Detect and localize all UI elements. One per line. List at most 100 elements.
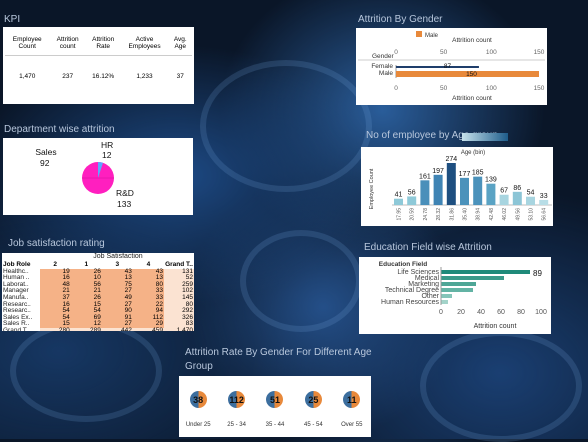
gender-bottom-tick: 150 xyxy=(534,85,545,92)
age-bar xyxy=(407,196,417,205)
jobsat-cell: 1,470 xyxy=(163,327,194,331)
rate-circle-value: 51 xyxy=(269,394,280,405)
gender-title: Attrition By Gender xyxy=(358,14,443,25)
dept-value-hr: 12 xyxy=(102,150,112,160)
gender-chart: Male Attrition count Gender 0 50 100 150 Fe… xyxy=(358,31,545,102)
edu-bar-chart: Education Field Life SciencesMedicalMark… xyxy=(379,261,547,330)
rate-circle-value: 112 xyxy=(229,394,244,405)
age-bar-value: 177 xyxy=(459,171,471,178)
age-tick-label: 17.95 xyxy=(397,208,403,221)
age-bar-value: 54 xyxy=(527,190,535,197)
background-swirl xyxy=(200,60,372,192)
edu-title: Education Field wise Attrition xyxy=(364,242,492,253)
jobsat-table: Job Role 2 1 3 4 Grand T.. Healthc.. 19 26 43 43 1… xyxy=(2,261,194,331)
gender-bottom-tick: 100 xyxy=(486,85,497,92)
edu-tick-label: 40 xyxy=(477,309,485,316)
gender-bottom-tick: 0 xyxy=(394,85,398,92)
gender-top-tick: 0 xyxy=(394,49,398,56)
rate-circle-value: 11 xyxy=(346,394,357,405)
gender-legend-label: Male xyxy=(425,33,439,39)
rate-circle: 112 xyxy=(228,391,246,408)
dept-label-rd: R&D xyxy=(116,188,134,198)
background-swirl xyxy=(240,230,362,332)
dept-pie-chart: Sales 92 HR 12 R&D 133 xyxy=(35,140,134,209)
gender-bottom-tick: 50 xyxy=(440,85,448,92)
age-tick-label: 24.78 xyxy=(423,208,429,221)
edu-tick-label: 100 xyxy=(535,309,547,316)
gender-row-female: Female xyxy=(371,63,393,70)
gender-bar-female xyxy=(396,66,479,68)
age-bar-value: 67 xyxy=(500,188,508,195)
kpi-header-attrition-count: Attrition count xyxy=(56,36,79,50)
rate-circle: 38 xyxy=(189,391,207,408)
rate-group-label: 45 - 54 xyxy=(304,422,323,428)
edu-bar xyxy=(441,294,452,298)
gender-legend-swatch xyxy=(416,31,422,37)
rate-circle: 11 xyxy=(343,391,361,408)
gender-top-axis-title: Attrition count xyxy=(452,37,492,44)
rate-group-label: 25 - 34 xyxy=(227,422,246,428)
edu-tick-label: 0 xyxy=(439,309,443,316)
age-bar-value: 185 xyxy=(472,170,484,177)
kpi-value-attrition-count: 237 xyxy=(62,72,74,80)
kpi-value-active-employees: 1,233 xyxy=(136,72,153,80)
kpi-card: Employee Count Attrition count Attrition… xyxy=(3,27,194,104)
jobsat-cell: 289 xyxy=(70,327,102,331)
age-tick-label: 38.94 xyxy=(476,208,482,221)
dept-card: Sales 92 HR 12 R&D 133 xyxy=(3,138,193,215)
gender-row-header: Gender xyxy=(372,53,395,60)
rate-group-label: 35 - 44 xyxy=(265,422,285,428)
age-bar xyxy=(394,198,403,205)
age-bar-chart: Age (bin) Employee Count 41 17.95 56 20.59 1… xyxy=(369,150,552,221)
edu-row-header: Education Field xyxy=(379,261,427,268)
rate-circle-value: 25 xyxy=(308,394,319,405)
age-tick-label: 31.86 xyxy=(449,208,455,221)
age-bar-value: 33 xyxy=(540,193,548,200)
rate-group-label: Under 25 xyxy=(185,422,211,428)
kpi-header-attrition-rate: Attrition Rate xyxy=(92,36,115,50)
age-tick-label: 56.64 xyxy=(542,208,548,221)
age-tick-label: 46.02 xyxy=(502,208,508,221)
age-bar-value: 139 xyxy=(485,177,497,184)
rate-circle: 25 xyxy=(304,391,322,408)
jobsat-row-label: Grand T.. xyxy=(3,326,30,331)
gender-top-tick: 50 xyxy=(440,49,448,56)
jobsat-card: Job Satisfaction Job Role 2 1 3 4 Grand T.. H… xyxy=(2,253,194,331)
age-bar-value: 41 xyxy=(395,192,403,199)
jobsat-row: Grand T.. 280 289 442 459 1,470 xyxy=(2,326,194,331)
kpi-value-avg-age: 37 xyxy=(176,72,184,80)
edu-bar-value: 89 xyxy=(533,269,542,278)
dept-value-rd: 133 xyxy=(117,199,131,209)
rate-title: Attrition Rate By Gender For Different A… xyxy=(185,347,372,372)
age-title-swatch xyxy=(462,133,508,141)
gender-value-female: 87 xyxy=(444,63,452,70)
age-tick-label: 28.32 xyxy=(436,208,442,221)
background-swirl xyxy=(10,320,162,422)
gender-card: Male Attrition count Gender 0 50 100 150 Fe… xyxy=(356,28,547,105)
edu-tick-label: 80 xyxy=(517,309,525,316)
edu-tick-label: 60 xyxy=(497,309,505,316)
edu-bar xyxy=(441,288,473,292)
jobsat-cell: 459 xyxy=(132,327,164,331)
kpi-header-active-employees: Active Employees xyxy=(128,36,161,50)
age-bar xyxy=(420,180,430,205)
rate-circle: 51 xyxy=(266,391,284,408)
dept-label-hr: HR xyxy=(101,140,113,150)
age-bar-value: 86 xyxy=(513,185,521,192)
kpi-value-attrition-rate: 16.12% xyxy=(92,72,115,80)
age-bar xyxy=(539,199,549,205)
edu-bar xyxy=(441,282,476,286)
kpi-header-employee-count: Employee Count xyxy=(12,36,42,50)
kpi-title: KPI xyxy=(4,14,21,25)
age-card: Age (bin) Employee Count 41 17.95 56 20.59 1… xyxy=(361,147,553,226)
dept-value-sales: 92 xyxy=(40,158,50,168)
age-bar xyxy=(486,183,496,205)
edu-bar xyxy=(441,300,448,304)
gender-top-tick: 150 xyxy=(534,49,545,56)
dept-label-sales: Sales xyxy=(35,147,56,157)
age-bar xyxy=(473,176,483,205)
background-swirl xyxy=(420,330,582,442)
edu-x-axis-title: Attrition count xyxy=(474,323,517,330)
age-bar xyxy=(446,163,456,205)
age-x-axis-title: Age (bin) xyxy=(461,150,485,156)
